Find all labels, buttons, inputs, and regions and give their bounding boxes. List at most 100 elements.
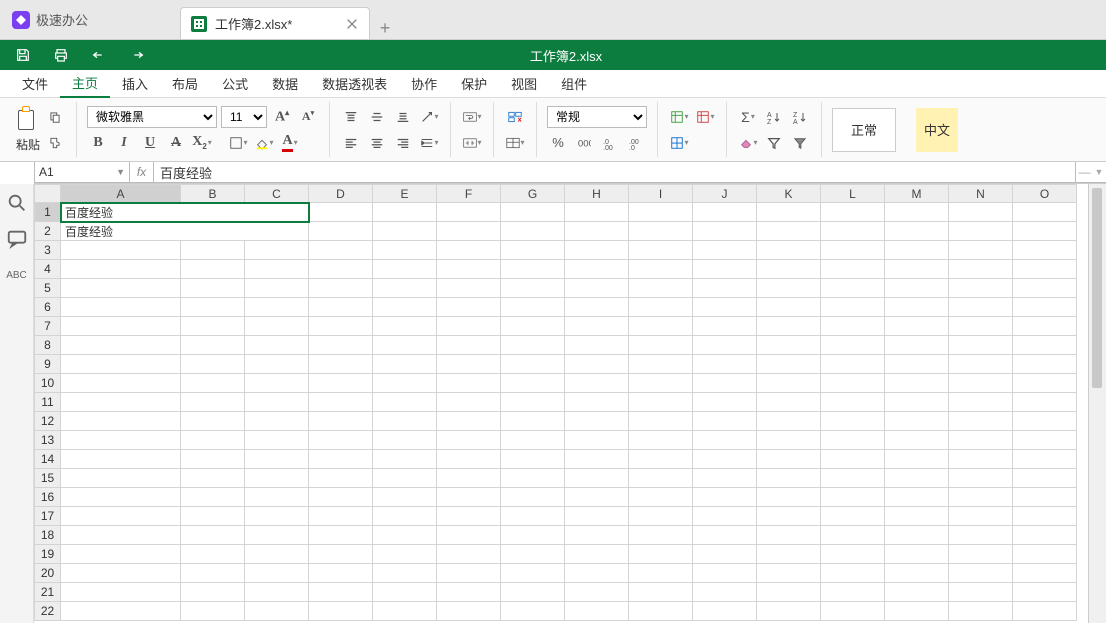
cell-O18[interactable] <box>1013 526 1077 545</box>
cell-L11[interactable] <box>821 393 885 412</box>
cell-J7[interactable] <box>693 317 757 336</box>
cell-K2[interactable] <box>757 222 821 241</box>
cell-F20[interactable] <box>437 564 501 583</box>
cell-F12[interactable] <box>437 412 501 431</box>
cell-E1[interactable] <box>373 203 437 222</box>
cell-O1[interactable] <box>1013 203 1077 222</box>
row-header-1[interactable]: 1 <box>35 203 61 222</box>
sort-asc-icon[interactable]: AZ <box>763 106 785 128</box>
cell-M13[interactable] <box>885 431 949 450</box>
col-header-B[interactable]: B <box>181 185 245 203</box>
cell-H16[interactable] <box>565 488 629 507</box>
row-header-3[interactable]: 3 <box>35 241 61 260</box>
cell-J1[interactable] <box>693 203 757 222</box>
cell-J11[interactable] <box>693 393 757 412</box>
save-icon[interactable] <box>14 46 32 64</box>
underline-button[interactable]: U <box>139 132 161 154</box>
cell-H15[interactable] <box>565 469 629 488</box>
cell-A11[interactable] <box>61 393 181 412</box>
col-header-J[interactable]: J <box>693 185 757 203</box>
cell-D16[interactable] <box>309 488 373 507</box>
cell-N5[interactable] <box>949 279 1013 298</box>
cell-F11[interactable] <box>437 393 501 412</box>
row-header-21[interactable]: 21 <box>35 583 61 602</box>
cell-H6[interactable] <box>565 298 629 317</box>
cell-N16[interactable] <box>949 488 1013 507</box>
cell-G22[interactable] <box>501 602 565 621</box>
cell-J16[interactable] <box>693 488 757 507</box>
cell-M9[interactable] <box>885 355 949 374</box>
cell-D21[interactable] <box>309 583 373 602</box>
cell-B17[interactable] <box>181 507 245 526</box>
cell-F21[interactable] <box>437 583 501 602</box>
cell-K4[interactable] <box>757 260 821 279</box>
cell-O12[interactable] <box>1013 412 1077 431</box>
cell-H8[interactable] <box>565 336 629 355</box>
cell-G10[interactable] <box>501 374 565 393</box>
delete-cells-icon[interactable]: ▾ <box>694 106 716 128</box>
cell-G21[interactable] <box>501 583 565 602</box>
cell-N10[interactable] <box>949 374 1013 393</box>
select-all-corner[interactable] <box>35 185 61 203</box>
row-header-22[interactable]: 22 <box>35 602 61 621</box>
name-box[interactable]: A1 ▼ <box>34 162 130 183</box>
menu-数据透视表[interactable]: 数据透视表 <box>310 70 399 97</box>
cell-A12[interactable] <box>61 412 181 431</box>
cell-E10[interactable] <box>373 374 437 393</box>
orientation-icon[interactable]: ▾ <box>418 106 440 128</box>
menu-协作[interactable]: 协作 <box>399 70 449 97</box>
cell-A19[interactable] <box>61 545 181 564</box>
cell-D6[interactable] <box>309 298 373 317</box>
sort-desc-icon[interactable]: ZA <box>789 106 811 128</box>
cell-C20[interactable] <box>245 564 309 583</box>
cell-K1[interactable] <box>757 203 821 222</box>
cell-N22[interactable] <box>949 602 1013 621</box>
cell-I14[interactable] <box>629 450 693 469</box>
cell-B3[interactable] <box>181 241 245 260</box>
cell-L18[interactable] <box>821 526 885 545</box>
cell-F14[interactable] <box>437 450 501 469</box>
cell-D19[interactable] <box>309 545 373 564</box>
cell-A7[interactable] <box>61 317 181 336</box>
cell-F8[interactable] <box>437 336 501 355</box>
cell-G13[interactable] <box>501 431 565 450</box>
cell-K12[interactable] <box>757 412 821 431</box>
cell-E8[interactable] <box>373 336 437 355</box>
cell-D10[interactable] <box>309 374 373 393</box>
cell-O13[interactable] <box>1013 431 1077 450</box>
cell-G6[interactable] <box>501 298 565 317</box>
cell-I8[interactable] <box>629 336 693 355</box>
cell-O9[interactable] <box>1013 355 1077 374</box>
cell-N3[interactable] <box>949 241 1013 260</box>
row-header-20[interactable]: 20 <box>35 564 61 583</box>
cell-I5[interactable] <box>629 279 693 298</box>
cell-O17[interactable] <box>1013 507 1077 526</box>
autosum-icon[interactable]: Σ▾ <box>737 106 759 128</box>
cell-M11[interactable] <box>885 393 949 412</box>
cell-H11[interactable] <box>565 393 629 412</box>
cell-L22[interactable] <box>821 602 885 621</box>
cell-L15[interactable] <box>821 469 885 488</box>
cell-O3[interactable] <box>1013 241 1077 260</box>
named-range-icon[interactable]: ▾ <box>504 132 526 154</box>
align-middle-icon[interactable] <box>366 106 388 128</box>
cell-N9[interactable] <box>949 355 1013 374</box>
filter-icon[interactable] <box>763 132 785 154</box>
cell-F13[interactable] <box>437 431 501 450</box>
cell-A16[interactable] <box>61 488 181 507</box>
cell-K22[interactable] <box>757 602 821 621</box>
chevron-down-icon[interactable]: ▼ <box>116 167 125 177</box>
cell-G3[interactable] <box>501 241 565 260</box>
col-header-O[interactable]: O <box>1013 185 1077 203</box>
menu-保护[interactable]: 保护 <box>449 70 499 97</box>
font-size-select[interactable]: 11 <box>221 106 267 128</box>
align-left-icon[interactable] <box>340 132 362 154</box>
cell-J14[interactable] <box>693 450 757 469</box>
cell-A8[interactable] <box>61 336 181 355</box>
cell-I1[interactable] <box>629 203 693 222</box>
row-header-16[interactable]: 16 <box>35 488 61 507</box>
cell-L13[interactable] <box>821 431 885 450</box>
cell-K13[interactable] <box>757 431 821 450</box>
cell-O4[interactable] <box>1013 260 1077 279</box>
cell-A9[interactable] <box>61 355 181 374</box>
